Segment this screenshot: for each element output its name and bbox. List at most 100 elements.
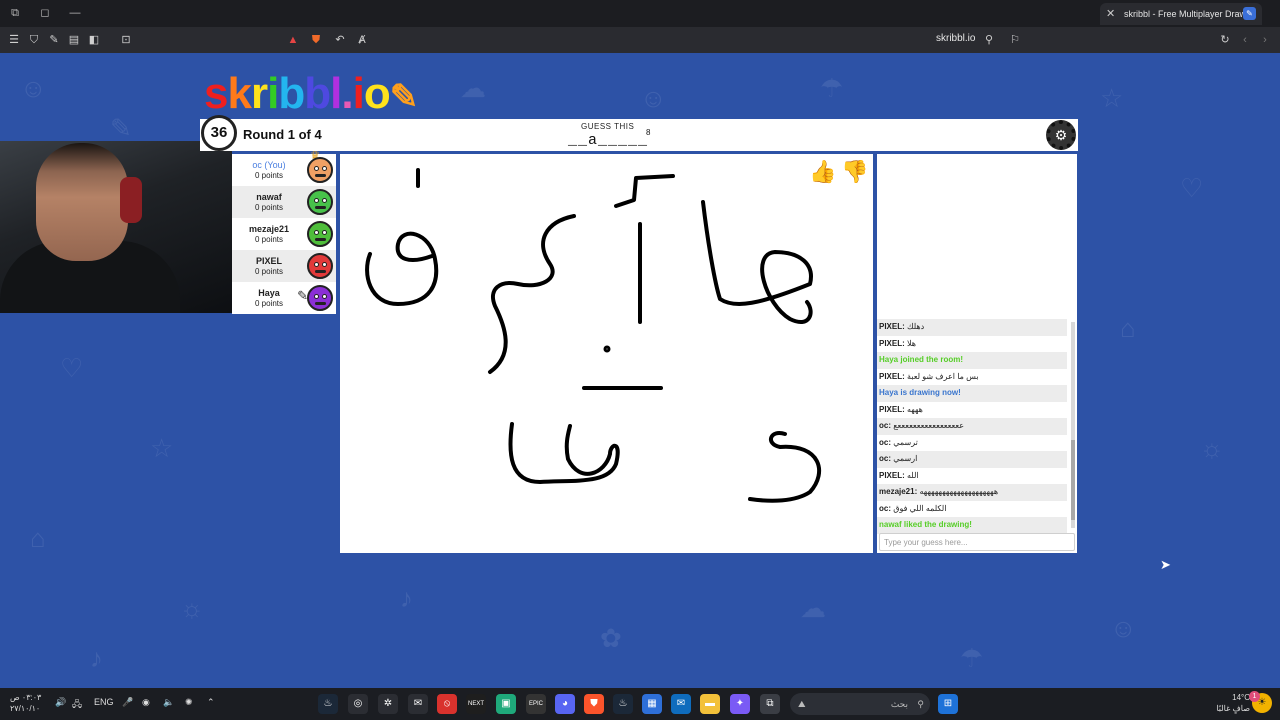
chat-username: oc: [879, 437, 891, 447]
chat-message: PIXEL: الله [877, 468, 1067, 485]
chat-username: PIXEL: [879, 470, 905, 480]
steam-icon[interactable]: ♨ [318, 694, 338, 714]
active-tab[interactable]: ✕ skribbl - Free Multiplayer Drawin ✎ [1100, 3, 1262, 25]
brush-icon[interactable]: ✎ [46, 32, 62, 48]
chat-message: Haya is drawing now! [877, 385, 1067, 402]
doodle-cloud-icon: ☁ [800, 593, 826, 623]
volume-icon[interactable]: 🔊 [55, 697, 66, 708]
thumb-down-icon[interactable]: 👎 [841, 158, 869, 186]
brave-shield-icon[interactable]: ⛊ [308, 32, 324, 48]
stroke [508, 422, 620, 484]
chat-message: oc: ارسمي [877, 451, 1067, 468]
scrollbar-thumb[interactable] [1071, 440, 1075, 520]
player-points: 0 points [254, 267, 284, 276]
site-settings-icon[interactable]: ⚲ [981, 32, 997, 48]
sidebar-toggle-icon[interactable]: ◧ [86, 32, 102, 48]
outlook-icon[interactable]: ✉ [671, 694, 691, 714]
undo-icon[interactable]: ↶ [332, 32, 348, 48]
reader-icon[interactable]: ▤ [66, 32, 82, 48]
chat-message: PIXEL: دهلك [877, 319, 1067, 336]
store-icon[interactable]: ▦ [642, 694, 662, 714]
speaker-icon[interactable]: 🔈 [163, 697, 174, 708]
minimize-icon[interactable]: — [66, 5, 84, 21]
drawing-canvas[interactable]: 👍 👎 [340, 154, 873, 553]
avatar [307, 157, 333, 183]
chat-text: دهلك [907, 322, 925, 331]
taskbar: ٠٣:٠٣ ص ٢٧/١٠/١٠ 🔊 🖧 ENG 🎤 ◉ 🔈 ✺ ⌃ ♨ ◎ ✲… [0, 688, 1280, 720]
weather-widget[interactable]: 14°C صافٍ غالبًا [1210, 692, 1250, 714]
guess-input[interactable] [879, 533, 1075, 551]
doodle-heart-icon: ♡ [1180, 173, 1204, 203]
player-card[interactable]: nawaf 0 points [232, 186, 336, 218]
address-bar-url[interactable]: skribbl.io [936, 33, 975, 44]
timer-value: 36 [210, 124, 228, 141]
streamer-head [36, 143, 128, 261]
doodle-smiley-icon: ☺ [1110, 613, 1137, 643]
chat-text: هلا [907, 338, 917, 348]
player-card-you[interactable]: oc (You) 0 points ♛ [232, 150, 336, 186]
player-card[interactable]: PIXEL 0 points [232, 250, 336, 282]
player-name: Haya [258, 288, 280, 298]
player-points: 0 points [254, 235, 284, 244]
gear-icon[interactable]: ⚙ [1046, 120, 1076, 150]
headset-icon [120, 177, 142, 223]
brave-browser-icon[interactable]: ⛊ [584, 694, 604, 714]
game-app-icon[interactable]: ▣ [496, 694, 516, 714]
obs-icon[interactable]: ◎ [348, 694, 368, 714]
translate-icon[interactable]: Ⱥ [354, 32, 370, 48]
taskbar-clock[interactable]: ٠٣:٠٣ ص ٢٧/١٠/١٠ [10, 692, 41, 714]
recording-icon[interactable]: ⦸ [437, 694, 457, 714]
window-menu-icon[interactable]: ⧉ [6, 5, 24, 21]
brightness-icon[interactable]: ✺ [185, 697, 193, 708]
discord-icon[interactable]: ◕ [555, 694, 575, 714]
next-app-icon[interactable]: NEXT [466, 694, 486, 714]
windows-start-icon[interactable]: ⊞ [938, 694, 958, 714]
stroke [701, 200, 813, 324]
shield-icon[interactable]: ⛉ [26, 32, 42, 48]
player-card[interactable]: mezaje21 0 points [232, 218, 336, 250]
player-list: oc (You) 0 points ♛ nawaf 0 points mezaj… [232, 150, 336, 314]
mouse-cursor-icon: ➤ [1160, 557, 1171, 572]
doodle-cloud-icon: ☁ [460, 73, 486, 103]
tray-app-icon[interactable]: ◉ [142, 697, 150, 708]
avatar [307, 285, 333, 311]
back-icon[interactable]: ‹ [1237, 32, 1253, 48]
steam-app-icon[interactable]: ♨ [613, 694, 633, 714]
player-name: oc (You) [252, 160, 286, 170]
copilot-icon[interactable]: ✦ [730, 694, 750, 714]
chat-scrollbar[interactable] [1071, 322, 1075, 528]
language-indicator[interactable]: ENG [94, 697, 114, 707]
taskbar-search[interactable]: ⛰ بحث ⚲ [790, 693, 930, 715]
skribbl-favicon-icon: ✎ [1243, 7, 1256, 20]
doodle-heart-icon: ♡ [60, 353, 84, 383]
chat-message: nawaf liked the drawing! [877, 517, 1067, 534]
mail-icon[interactable]: ✉ [408, 694, 428, 714]
logo-pencil-icon: ✎ [389, 78, 418, 116]
file-explorer-icon[interactable]: ▬ [700, 694, 720, 714]
bookmark-icon[interactable]: ⚐ [1007, 32, 1023, 48]
chat-username: PIXEL: [879, 404, 905, 414]
rewards-icon[interactable]: ▲ [285, 32, 301, 48]
forward-icon[interactable]: › [1257, 32, 1273, 48]
player-card[interactable]: Haya 0 points ✎ [232, 282, 336, 314]
epic-games-icon[interactable]: EPIC [526, 694, 546, 714]
microphone-icon[interactable]: 🎤 [122, 697, 133, 708]
task-view-icon[interactable]: ⧉ [760, 694, 780, 714]
chat-username: oc: [879, 421, 891, 430]
chevron-up-icon[interactable]: ⌃ [207, 697, 215, 708]
round-indicator: Round 1 of 4 [243, 127, 322, 142]
chat-text: بس ما اعرف شو لعبة [907, 371, 979, 381]
game-header: 36 Round 1 of 4 GUESS THIS __a_____ 8 ⚙ [200, 115, 1078, 151]
network-icon[interactable]: 🖧 [72, 697, 82, 713]
doodle-note-icon: ♪ [400, 583, 413, 613]
sidebar-menu-icon[interactable]: ☰ [6, 32, 22, 48]
steelseries-icon[interactable]: ✲ [378, 694, 398, 714]
browser-toolbar: ☰ ⛉ ✎ ▤ ◧ ⊡ ▲ ⛊ ↶ Ⱥ skribbl.io ⚲ ⚐ ↻ ‹ › [0, 27, 1280, 53]
tab-close-icon[interactable]: ✕ [1106, 3, 1115, 25]
skribbl-logo[interactable]: skribbl.io✎ [204, 70, 418, 121]
thumb-up-icon[interactable]: 👍 [809, 158, 837, 186]
player-name: PIXEL [255, 256, 282, 266]
restore-icon[interactable]: ◻ [36, 5, 54, 21]
screenshot-icon[interactable]: ⊡ [118, 32, 134, 48]
reload-icon[interactable]: ↻ [1217, 32, 1233, 48]
